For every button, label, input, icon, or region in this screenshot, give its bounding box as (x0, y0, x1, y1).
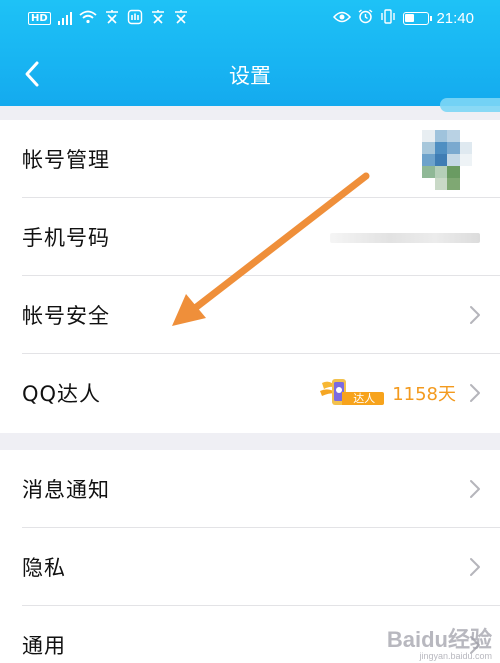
row-label: 通用 (22, 634, 66, 658)
row-label: 隐私 (22, 556, 66, 580)
row-privacy[interactable]: 隐私 (0, 528, 500, 606)
watermark-url: jingyan.baidu.com (419, 651, 492, 661)
chevron-right-icon (468, 556, 482, 578)
settings-group-account: 帐号管理 手机号码 帐号安全 QQ达人 达人 1158天 (0, 120, 500, 433)
vibrate-icon (380, 8, 396, 28)
page-title: 设置 (229, 64, 271, 88)
chevron-right-icon (468, 382, 482, 404)
phone-number-masked (330, 233, 480, 243)
notification-app-icon-2 (150, 9, 166, 27)
watermark-brand: Baidu经验 (386, 627, 492, 652)
row-account-management[interactable]: 帐号管理 (0, 120, 500, 198)
chevron-right-icon (468, 478, 482, 500)
row-qq-daren[interactable]: QQ达人 达人 1158天 (0, 354, 500, 432)
row-account-security[interactable]: 帐号安全 (0, 276, 500, 354)
row-message-notification[interactable]: 消息通知 (0, 450, 500, 528)
row-label: 帐号安全 (22, 304, 110, 328)
alarm-icon (358, 8, 373, 28)
status-bar: HD 21:40 (0, 0, 500, 36)
signal-icon (57, 11, 73, 25)
hd-icon: HD (28, 11, 51, 25)
daren-badge-text: 达人 (353, 392, 376, 405)
status-right: 21:40 (333, 8, 474, 28)
status-left: HD (28, 9, 189, 28)
battery-icon (403, 11, 433, 25)
notification-app-icon-3 (173, 9, 189, 27)
header-decoration (440, 98, 500, 112)
status-time: 21:40 (436, 9, 474, 27)
eye-icon (333, 9, 352, 27)
daren-info: 达人 1158天 (318, 377, 456, 409)
app-header: HD 21:40 设置 (0, 0, 500, 106)
wifi-icon (79, 10, 97, 27)
title-bar: 设置 (0, 44, 500, 100)
avatar (422, 130, 472, 190)
row-label: 消息通知 (22, 478, 110, 502)
row-label: 手机号码 (22, 226, 110, 250)
notification-app-icon (104, 9, 120, 27)
chevron-right-icon (468, 304, 482, 326)
baidu-watermark: Baidu经验 jingyan.baidu.com (387, 622, 492, 661)
row-phone-number[interactable]: 手机号码 (0, 198, 500, 276)
glove-app-icon (127, 9, 143, 28)
daren-days: 1158天 (392, 384, 456, 405)
daren-badge-icon: 达人 (318, 377, 385, 409)
row-label: 帐号管理 (22, 148, 110, 172)
row-label: QQ达人 (22, 382, 102, 406)
